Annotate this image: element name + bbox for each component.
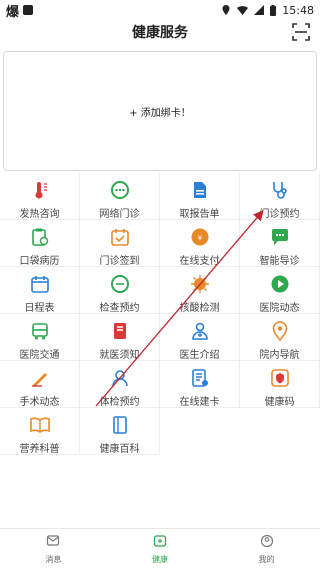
service-item[interactable]: 在线建卡 xyxy=(160,361,240,408)
open-book-icon xyxy=(29,415,50,435)
tab-label: 消息 xyxy=(45,554,62,564)
service-label: 口袋病历 xyxy=(19,256,60,267)
service-item[interactable]: 营养科普 xyxy=(0,408,80,455)
thermometer-icon xyxy=(30,180,50,200)
service-item[interactable]: 发热咨询 xyxy=(0,173,80,220)
service-label: 体检预约 xyxy=(99,397,140,408)
service-item[interactable]: 智能导诊 xyxy=(240,220,320,267)
service-item[interactable]: 健康百科 xyxy=(80,408,160,455)
app-notification-glyph: 爆 xyxy=(6,4,20,20)
clipboard-icon xyxy=(30,227,50,247)
tab-label: 健康 xyxy=(152,554,168,564)
tab-item[interactable]: 健康 xyxy=(107,529,214,568)
wifi-icon xyxy=(237,6,249,15)
profile-icon xyxy=(260,533,274,552)
service-item[interactable]: 医生介绍 xyxy=(160,314,240,361)
service-label: 营养科普 xyxy=(19,444,60,455)
shield-code-icon xyxy=(270,368,290,388)
status-bar: 爆 15:48 xyxy=(0,0,320,20)
location-icon xyxy=(270,321,290,341)
service-label: 日程表 xyxy=(24,303,55,314)
payment-icon: ¥ xyxy=(190,227,210,247)
service-label: 核酸检测 xyxy=(179,303,220,314)
service-label: 就医须知 xyxy=(99,350,140,361)
clock: 15:48 xyxy=(282,3,314,17)
service-item[interactable]: 核酸检测 xyxy=(160,267,240,314)
notification-icon xyxy=(23,5,34,15)
health-icon xyxy=(153,533,167,552)
location-status-icon xyxy=(222,5,230,15)
add-card-label: + 添加绑卡！ xyxy=(129,107,191,119)
add-card-button[interactable]: + 添加绑卡！ xyxy=(3,51,317,171)
virus-icon xyxy=(190,274,210,294)
service-item[interactable]: 院内导航 xyxy=(240,314,320,361)
calendar-check-icon xyxy=(110,227,130,247)
service-item[interactable]: 取报告单 xyxy=(160,173,240,220)
service-item[interactable]: 医院动态 xyxy=(240,267,320,314)
service-label: 智能导诊 xyxy=(259,256,300,267)
service-label: 门诊签到 xyxy=(99,256,140,267)
service-label: 门诊预约 xyxy=(259,209,300,220)
doctor-icon xyxy=(190,321,210,341)
service-item[interactable]: 体检预约 xyxy=(80,361,160,408)
service-item[interactable]: ¥ 在线支付 xyxy=(160,220,240,267)
service-label: 医生介绍 xyxy=(179,350,220,361)
service-label: 检查预约 xyxy=(99,303,140,314)
service-label: 在线支付 xyxy=(179,256,220,267)
report-icon xyxy=(190,180,210,200)
service-label: 医院动态 xyxy=(259,303,300,314)
service-item[interactable]: 健康码 xyxy=(240,361,320,408)
exam-chat-icon xyxy=(110,274,130,294)
encyclopedia-icon xyxy=(110,415,130,435)
service-label: 健康码 xyxy=(264,397,295,408)
page-title: 健康服务 xyxy=(132,25,188,41)
stethoscope-icon xyxy=(270,180,290,200)
svg-text:¥: ¥ xyxy=(197,234,202,242)
play-icon xyxy=(270,274,290,294)
service-item[interactable]: 手术动态 xyxy=(0,361,80,408)
service-label: 手术动态 xyxy=(19,397,60,408)
chat-icon xyxy=(110,180,130,200)
service-item[interactable]: 日程表 xyxy=(0,267,80,314)
battery-icon xyxy=(270,4,277,16)
service-item[interactable]: 医院交通 xyxy=(0,314,80,361)
service-item[interactable]: 检查预约 xyxy=(80,267,160,314)
service-label: 在线建卡 xyxy=(179,397,220,408)
service-item[interactable]: 就医须知 xyxy=(80,314,160,361)
service-item[interactable]: 门诊预约 xyxy=(240,173,320,220)
card-icon xyxy=(190,368,210,388)
message-icon xyxy=(46,533,60,552)
bottom-tab-bar: 消息 健康 我的 xyxy=(0,528,320,568)
service-label: 健康百科 xyxy=(99,444,140,455)
tab-label: 我的 xyxy=(258,554,275,564)
service-item[interactable]: 口袋病历 xyxy=(0,220,80,267)
service-label: 网络门诊 xyxy=(99,209,140,220)
signal-icon xyxy=(254,5,265,15)
service-item[interactable]: 网络门诊 xyxy=(80,173,160,220)
tab-item[interactable]: 我的 xyxy=(213,529,320,568)
service-label: 发热咨询 xyxy=(19,209,60,220)
service-label: 医院交通 xyxy=(19,350,60,361)
service-label: 院内导航 xyxy=(259,350,300,361)
smart-chat-icon xyxy=(270,227,290,247)
header: 健康服务 xyxy=(0,20,320,44)
tab-item[interactable]: 消息 xyxy=(0,529,107,568)
schedule-icon xyxy=(30,274,50,294)
checkup-icon xyxy=(110,368,130,388)
service-label: 取报告单 xyxy=(179,209,220,220)
service-item[interactable]: 门诊签到 xyxy=(80,220,160,267)
scalpel-icon xyxy=(30,368,50,388)
bus-icon xyxy=(30,321,50,341)
scan-icon[interactable] xyxy=(292,23,310,41)
book-icon xyxy=(110,321,130,341)
